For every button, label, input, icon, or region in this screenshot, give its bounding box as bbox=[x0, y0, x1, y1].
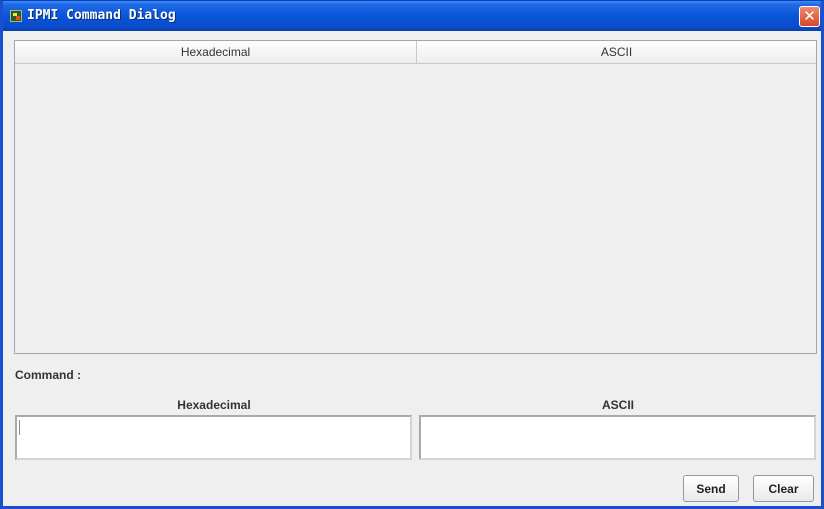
table-header: Hexadecimal ASCII bbox=[15, 41, 816, 64]
hexadecimal-command-input[interactable] bbox=[15, 415, 412, 460]
title-bar[interactable]: IPMI Command Dialog ✕ bbox=[3, 1, 821, 31]
app-icon bbox=[10, 10, 22, 22]
clear-button[interactable]: Clear bbox=[753, 475, 814, 502]
send-button[interactable]: Send bbox=[683, 475, 739, 502]
window-title: IPMI Command Dialog bbox=[27, 8, 176, 23]
command-label: Command : bbox=[15, 368, 81, 382]
response-table[interactable]: Hexadecimal ASCII bbox=[14, 40, 817, 354]
text-caret bbox=[19, 420, 20, 435]
column-header-hexadecimal[interactable]: Hexadecimal bbox=[15, 41, 417, 64]
close-button[interactable]: ✕ bbox=[799, 6, 820, 27]
close-icon: ✕ bbox=[803, 7, 816, 25]
hexadecimal-input-label: Hexadecimal bbox=[177, 398, 251, 412]
ascii-input-label: ASCII bbox=[601, 398, 634, 412]
ascii-command-input[interactable] bbox=[419, 415, 816, 460]
column-header-ascii[interactable]: ASCII bbox=[417, 41, 816, 64]
